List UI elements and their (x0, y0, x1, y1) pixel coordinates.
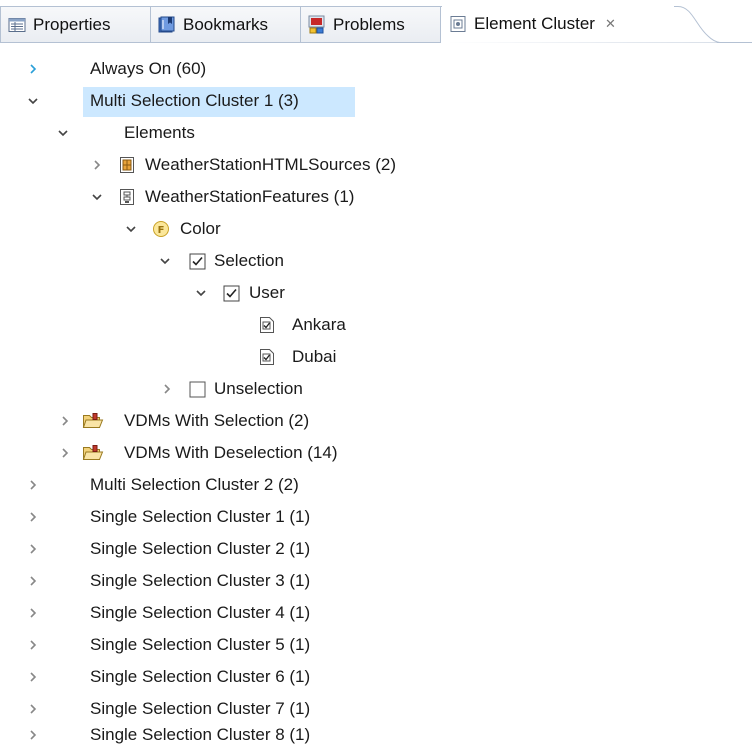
tab-label: Element Cluster (474, 13, 595, 33)
tree-item[interactable]: Multi Selection Cluster 2 (2) (0, 470, 752, 501)
tree-item-label: Dubai (292, 347, 337, 366)
tab-label: Properties (33, 14, 111, 34)
chevron-down-icon[interactable] (56, 126, 70, 140)
chevron-down-icon[interactable] (158, 254, 172, 268)
bookmarks-icon (157, 15, 177, 35)
tree-item-label: WeatherStationHTMLSources (2) (145, 155, 397, 174)
tree-item[interactable]: Single Selection Cluster 6 (1) (0, 662, 752, 693)
tree-item-label: Multi Selection Cluster 1 (3) (90, 91, 299, 110)
tab-bookmarks[interactable]: Bookmarks (150, 6, 300, 42)
chevron-right-icon[interactable] (26, 638, 40, 652)
tree-item-label: Multi Selection Cluster 2 (2) (90, 475, 299, 494)
tree-item-label: Ankara (292, 315, 346, 334)
tab-label: Bookmarks (183, 14, 269, 34)
checkbox-checked-icon[interactable] (188, 252, 206, 270)
chevron-down-icon[interactable] (90, 190, 104, 204)
tab-label: Problems (333, 14, 405, 34)
tree-item-label: Single Selection Cluster 1 (1) (90, 507, 311, 526)
chevron-right-icon[interactable] (26, 728, 40, 742)
chevron-down-icon[interactable] (194, 286, 208, 300)
tree-item-label: Color (180, 219, 221, 238)
tree-item[interactable]: Ankara (0, 310, 752, 341)
tree-item[interactable]: Elements (0, 118, 752, 149)
checkbox-empty-icon[interactable] (188, 380, 206, 398)
folder-icon (82, 444, 104, 462)
chevron-right-icon[interactable] (26, 478, 40, 492)
chevron-right-icon[interactable] (26, 574, 40, 588)
problems-icon (307, 15, 327, 35)
tree-item-label: Single Selection Cluster 2 (1) (90, 539, 311, 558)
chevron-right-icon[interactable] (26, 670, 40, 684)
chevron-right-icon[interactable] (26, 510, 40, 524)
chevron-down-icon[interactable] (26, 94, 40, 108)
feature-f-icon: F (152, 220, 170, 238)
config-file-icon (258, 316, 276, 334)
tab-element-cluster[interactable]: Element Cluster ✕ (442, 6, 674, 42)
chevron-right-icon[interactable] (26, 606, 40, 620)
tree-item-label: Single Selection Cluster 5 (1) (90, 635, 311, 654)
tree-item-label: VDMs With Selection (2) (124, 411, 310, 430)
tree-item[interactable]: Single Selection Cluster 5 (1) (0, 630, 752, 661)
tree-item-label: Unselection (214, 379, 303, 398)
tree-item[interactable]: Selection (0, 246, 752, 277)
tree-item-selected[interactable]: Multi Selection Cluster 1 (3) (0, 86, 752, 117)
element-cluster-icon (448, 14, 468, 34)
tab-properties[interactable]: Properties (0, 6, 150, 42)
tree-item-label: Single Selection Cluster 8 (1) (90, 725, 311, 744)
svg-text:F: F (158, 225, 165, 236)
chevron-right-icon[interactable] (26, 702, 40, 716)
tree-item[interactable]: Unselection (0, 374, 752, 405)
chevron-right-icon[interactable] (160, 382, 174, 396)
view-tab-bar: Properties Bookmarks Problems Element Cl… (0, 0, 752, 43)
tree-item[interactable]: Single Selection Cluster 2 (1) (0, 534, 752, 565)
tree-item-label: Single Selection Cluster 7 (1) (90, 699, 311, 718)
tree-item-label: Elements (124, 123, 195, 142)
tree-item[interactable]: User (0, 278, 752, 309)
chevron-right-icon[interactable] (58, 414, 72, 428)
tree-item[interactable]: Single Selection Cluster 8 (1) (0, 720, 752, 751)
tree-item[interactable]: Always On (60) (0, 54, 752, 85)
checkbox-checked-icon[interactable] (222, 284, 240, 302)
html-source-icon (118, 156, 136, 174)
chevron-right-icon[interactable] (90, 158, 104, 172)
chevron-right-icon[interactable] (26, 62, 40, 76)
tree-item-label: Single Selection Cluster 3 (1) (90, 571, 311, 590)
tree-item-label: VDMs With Deselection (14) (124, 443, 338, 462)
tree-item[interactable]: VDMs With Deselection (14) (0, 438, 752, 469)
tree-item[interactable]: Single Selection Cluster 4 (1) (0, 598, 752, 629)
tree-item[interactable]: F Color (0, 214, 752, 245)
tree-item-label: Single Selection Cluster 6 (1) (90, 667, 311, 686)
close-icon[interactable]: ✕ (605, 16, 616, 32)
chevron-down-icon[interactable] (124, 222, 138, 236)
tree-item-label: Always On (60) (90, 59, 207, 78)
tree-item-label: User (249, 283, 285, 302)
tree-item[interactable]: WeatherStationFeatures (1) (0, 182, 752, 213)
tab-problems[interactable]: Problems (300, 6, 442, 42)
chevron-right-icon[interactable] (58, 446, 72, 460)
properties-icon (7, 15, 27, 35)
tree-item[interactable]: Single Selection Cluster 1 (1) (0, 502, 752, 533)
tree-item-label: Selection (214, 251, 284, 270)
tree-item[interactable]: WeatherStationHTMLSources (2) (0, 150, 752, 181)
tree-item[interactable]: Single Selection Cluster 3 (1) (0, 566, 752, 597)
folder-icon (82, 412, 104, 430)
tree-item-label: WeatherStationFeatures (1) (145, 187, 355, 206)
tree-item[interactable]: Dubai (0, 342, 752, 373)
config-file-icon (258, 348, 276, 366)
feature-model-icon (118, 188, 136, 206)
tree-item-label: Single Selection Cluster 4 (1) (90, 603, 311, 622)
chevron-right-icon[interactable] (26, 542, 40, 556)
tree-item[interactable]: VDMs With Selection (2) (0, 406, 752, 437)
